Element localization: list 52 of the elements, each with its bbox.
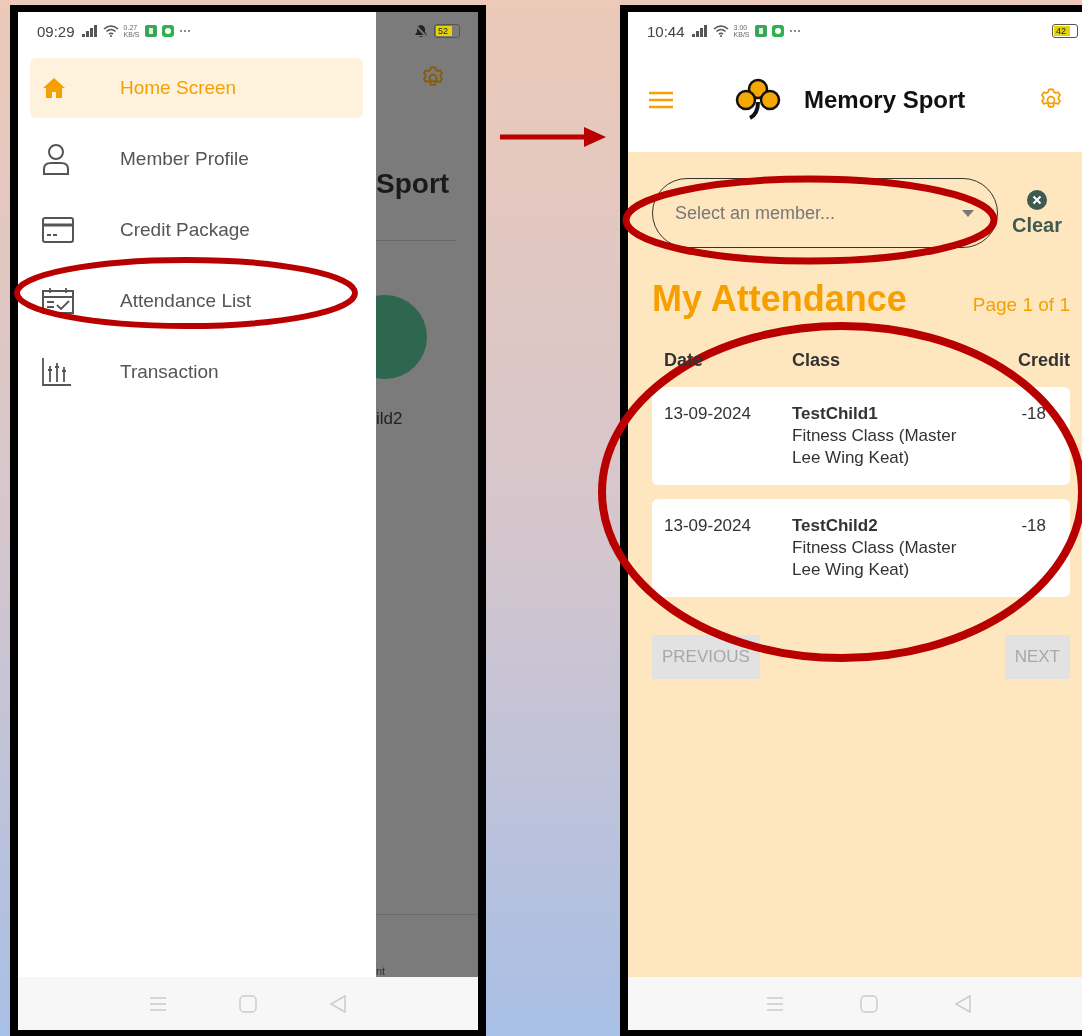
drawer-item[interactable]: Member Profile [30,129,363,189]
person-icon [42,143,70,175]
shield-notification-icon [771,25,784,37]
wifi-icon [712,25,729,37]
drawer-item[interactable]: Attendance List [30,271,363,331]
clover-logo-icon [734,78,782,122]
menu-icon[interactable] [648,91,674,109]
clear-button[interactable]: Clear [1012,189,1063,237]
signal-icon [81,25,98,37]
credit-cell-text: -18 [1020,515,1046,537]
more-icon [178,29,191,33]
member-name: ild2 [376,409,404,429]
class-name: Fitness Class (Master Lee Wing Keat) [792,425,958,469]
house-icon [42,77,66,99]
member-select[interactable]: Select an member... [652,178,998,248]
credit-cell-text: -18 [1020,403,1046,425]
date-cell-text: 13-09-2024 [664,515,752,537]
tab-label: nt [376,965,386,977]
more-icon [788,29,801,33]
drawer-item[interactable]: Transaction [30,342,363,402]
home-icon[interactable] [860,994,878,1013]
page-heading: My Attendance [652,278,907,320]
member-name: TestChild2 [792,515,879,537]
column-header: Class [792,350,842,371]
drawer-item[interactable]: Credit Package [30,200,363,260]
home-icon[interactable] [239,994,257,1013]
page-indicator: Page 1 of 1 [972,294,1070,316]
date-cell-text: 13-09-2024 [664,403,752,425]
app-notification-icon [754,25,767,37]
close-icon [1027,189,1047,210]
battery-indicator: 42 [1052,24,1078,38]
class-name: Fitness Class (Master Lee Wing Keat) [792,537,958,581]
back-icon[interactable] [954,994,972,1013]
status-time: 09:29 [37,22,75,40]
shield-notification-icon [161,25,174,37]
bar-chart-icon [42,358,72,386]
battery-indicator: 52 [434,24,460,38]
muted-bell-icon [414,24,428,38]
wifi-icon [102,25,119,37]
app-title: Memory Sport [804,86,966,114]
calendar-check-icon [42,288,74,314]
credit-card-icon [42,217,74,243]
page-title: Sport [376,168,451,200]
signal-icon [691,25,708,37]
status-time: 10:44 [647,22,685,40]
back-icon[interactable] [329,994,347,1013]
menu-icon[interactable] [766,996,784,1011]
menu-icon[interactable] [149,996,167,1011]
column-header: Credit [1017,350,1070,371]
member-name: TestChild1 [792,403,879,425]
dropdown-caret-icon [962,210,974,217]
app-notification-icon [144,25,157,37]
